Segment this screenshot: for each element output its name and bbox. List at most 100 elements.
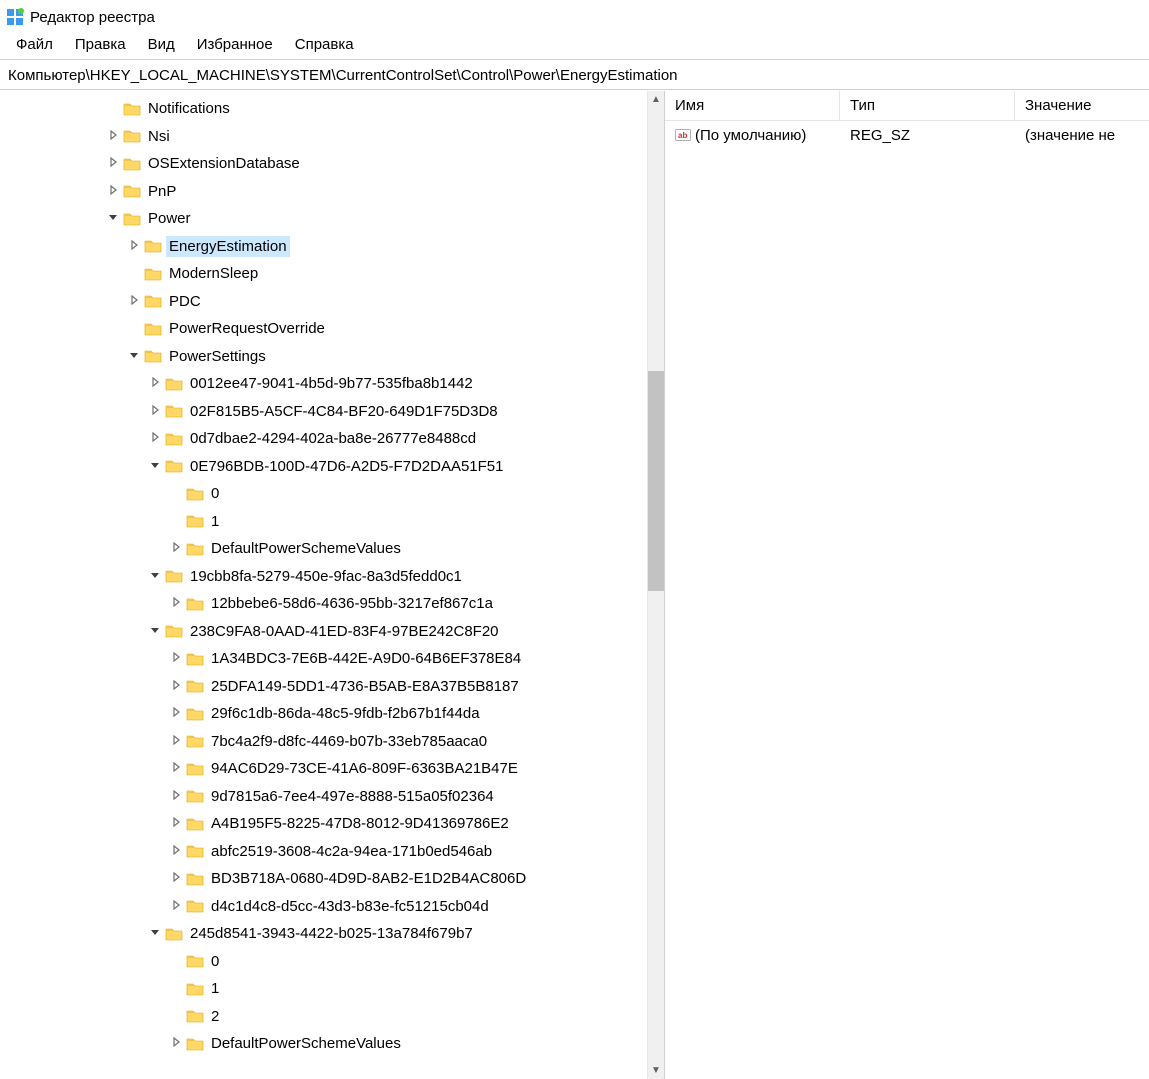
tree-item[interactable]: DefaultPowerSchemeValues bbox=[0, 535, 647, 563]
tree-item[interactable]: Notifications bbox=[0, 95, 647, 123]
values-list[interactable]: ab(По умолчанию)REG_SZ(значение не bbox=[665, 121, 1149, 1079]
tree-item[interactable]: 0d7dbae2-4294-402a-ba8e-26777e8488cd bbox=[0, 425, 647, 453]
chevron-down-icon[interactable] bbox=[147, 570, 163, 583]
chevron-right-icon[interactable] bbox=[105, 130, 121, 143]
tree-item-label: 29f6c1db-86da-48c5-9fdb-f2b67b1f44da bbox=[209, 704, 482, 723]
tree-item[interactable]: BD3B718A-0680-4D9D-8AB2-E1D2B4AC806D bbox=[0, 865, 647, 893]
tree-item[interactable]: PowerRequestOverride bbox=[0, 315, 647, 343]
tree-item-label: 94AC6D29-73CE-41A6-809F-6363BA21B47E bbox=[209, 759, 520, 778]
chevron-right-icon[interactable] bbox=[168, 707, 184, 720]
chevron-right-icon[interactable] bbox=[105, 157, 121, 170]
chevron-right-icon[interactable] bbox=[168, 900, 184, 913]
tree-item[interactable]: abfc2519-3608-4c2a-94ea-171b0ed546ab bbox=[0, 838, 647, 866]
tree-item[interactable]: 9d7815a6-7ee4-497e-8888-515a05f02364 bbox=[0, 783, 647, 811]
chevron-right-icon[interactable] bbox=[168, 597, 184, 610]
tree-item-label: d4c1d4c8-d5cc-43d3-b83e-fc51215cb04d bbox=[209, 897, 491, 916]
tree-item-label: 0 bbox=[209, 484, 221, 503]
tree-item[interactable]: 2 bbox=[0, 1003, 647, 1031]
column-header-value[interactable]: Значение bbox=[1015, 91, 1149, 120]
tree-item[interactable]: 0E796BDB-100D-47D6-A2D5-F7D2DAA51F51 bbox=[0, 453, 647, 481]
tree-item-label: PnP bbox=[146, 182, 178, 201]
tree-item[interactable]: 1 bbox=[0, 508, 647, 536]
chevron-down-icon[interactable] bbox=[147, 625, 163, 638]
tree-item[interactable]: 7bc4a2f9-d8fc-4469-b07b-33eb785aaca0 bbox=[0, 728, 647, 756]
tree-item[interactable]: 245d8541-3943-4422-b025-13a784f679b7 bbox=[0, 920, 647, 948]
chevron-down-icon[interactable] bbox=[105, 212, 121, 225]
tree-item-label: 245d8541-3943-4422-b025-13a784f679b7 bbox=[188, 924, 475, 943]
tree-item[interactable]: PnP bbox=[0, 178, 647, 206]
chevron-right-icon[interactable] bbox=[168, 652, 184, 665]
menu-edit[interactable]: Правка bbox=[65, 33, 136, 56]
tree-item[interactable]: Power bbox=[0, 205, 647, 233]
chevron-right-icon[interactable] bbox=[126, 295, 142, 308]
tree-item[interactable]: 1 bbox=[0, 975, 647, 1003]
chevron-right-icon[interactable] bbox=[126, 240, 142, 253]
tree-scrollbar[interactable]: ▲ ▼ bbox=[647, 91, 664, 1079]
main-split: Notifications Nsi OSExtensionDatabase PnP Po… bbox=[0, 90, 1149, 1079]
address-bar[interactable]: Компьютер\HKEY_LOCAL_MACHINE\SYSTEM\Curr… bbox=[0, 60, 1149, 90]
chevron-right-icon[interactable] bbox=[168, 845, 184, 858]
folder-icon bbox=[186, 1008, 204, 1024]
chevron-right-icon[interactable] bbox=[147, 432, 163, 445]
scroll-up-button[interactable]: ▲ bbox=[648, 91, 664, 108]
tree-item[interactable]: 12bbebe6-58d6-4636-95bb-3217ef867c1a bbox=[0, 590, 647, 618]
tree-item[interactable]: DefaultPowerSchemeValues bbox=[0, 1030, 647, 1058]
chevron-right-icon[interactable] bbox=[105, 185, 121, 198]
chevron-down-icon[interactable] bbox=[126, 350, 142, 363]
tree-item[interactable]: ModernSleep bbox=[0, 260, 647, 288]
chevron-right-icon[interactable] bbox=[147, 377, 163, 390]
menu-help[interactable]: Справка bbox=[285, 33, 364, 56]
registry-tree[interactable]: Notifications Nsi OSExtensionDatabase PnP Po… bbox=[0, 91, 647, 1079]
tree-item[interactable]: 02F815B5-A5CF-4C84-BF20-649D1F75D3D8 bbox=[0, 398, 647, 426]
chevron-right-icon[interactable] bbox=[168, 872, 184, 885]
scroll-down-button[interactable]: ▼ bbox=[648, 1062, 664, 1079]
scroll-thumb[interactable] bbox=[648, 371, 664, 591]
chevron-right-icon[interactable] bbox=[168, 735, 184, 748]
tree-item[interactable]: 0 bbox=[0, 948, 647, 976]
column-header-type[interactable]: Тип bbox=[840, 91, 1015, 120]
tree-item[interactable]: 94AC6D29-73CE-41A6-809F-6363BA21B47E bbox=[0, 755, 647, 783]
value-row[interactable]: ab(По умолчанию)REG_SZ(значение не bbox=[665, 121, 1149, 149]
chevron-right-icon[interactable] bbox=[147, 405, 163, 418]
chevron-right-icon[interactable] bbox=[168, 762, 184, 775]
tree-item[interactable]: PowerSettings bbox=[0, 343, 647, 371]
tree-item[interactable]: EnergyEstimation bbox=[0, 233, 647, 261]
chevron-down-icon[interactable] bbox=[147, 460, 163, 473]
tree-item[interactable]: 0 bbox=[0, 480, 647, 508]
chevron-right-icon[interactable] bbox=[168, 680, 184, 693]
folder-icon bbox=[186, 486, 204, 502]
menubar: Файл Правка Вид Избранное Справка bbox=[0, 30, 1149, 60]
folder-icon bbox=[165, 568, 183, 584]
tree-panel: Notifications Nsi OSExtensionDatabase PnP Po… bbox=[0, 91, 665, 1079]
folder-icon bbox=[186, 953, 204, 969]
chevron-right-icon[interactable] bbox=[168, 1037, 184, 1050]
tree-item-label: ModernSleep bbox=[167, 264, 260, 283]
tree-item[interactable]: OSExtensionDatabase bbox=[0, 150, 647, 178]
tree-item-label: Nsi bbox=[146, 127, 172, 146]
chevron-right-icon[interactable] bbox=[168, 817, 184, 830]
tree-item[interactable]: 19cbb8fa-5279-450e-9fac-8a3d5fedd0c1 bbox=[0, 563, 647, 591]
folder-icon bbox=[165, 403, 183, 419]
chevron-down-icon[interactable] bbox=[147, 927, 163, 940]
folder-icon bbox=[186, 733, 204, 749]
chevron-right-icon[interactable] bbox=[168, 542, 184, 555]
tree-item[interactable]: Nsi bbox=[0, 123, 647, 151]
tree-item[interactable]: 1A34BDC3-7E6B-442E-A9D0-64B6EF378E84 bbox=[0, 645, 647, 673]
tree-item-label: 02F815B5-A5CF-4C84-BF20-649D1F75D3D8 bbox=[188, 402, 500, 421]
tree-item[interactable]: d4c1d4c8-d5cc-43d3-b83e-fc51215cb04d bbox=[0, 893, 647, 921]
column-header-name[interactable]: Имя bbox=[665, 91, 840, 120]
tree-item[interactable]: PDC bbox=[0, 288, 647, 316]
chevron-right-icon[interactable] bbox=[168, 790, 184, 803]
value-name: (По умолчанию) bbox=[695, 127, 806, 144]
tree-item[interactable]: 0012ee47-9041-4b5d-9b77-535fba8b1442 bbox=[0, 370, 647, 398]
tree-item-label: 0d7dbae2-4294-402a-ba8e-26777e8488cd bbox=[188, 429, 478, 448]
tree-item[interactable]: 238C9FA8-0AAD-41ED-83F4-97BE242C8F20 bbox=[0, 618, 647, 646]
menu-file[interactable]: Файл bbox=[6, 33, 63, 56]
menu-view[interactable]: Вид bbox=[138, 33, 185, 56]
menu-favorites[interactable]: Избранное bbox=[187, 33, 283, 56]
tree-item[interactable]: 29f6c1db-86da-48c5-9fdb-f2b67b1f44da bbox=[0, 700, 647, 728]
folder-icon bbox=[123, 128, 141, 144]
tree-item[interactable]: 25DFA149-5DD1-4736-B5AB-E8A37B5B8187 bbox=[0, 673, 647, 701]
folder-icon bbox=[165, 926, 183, 942]
tree-item[interactable]: A4B195F5-8225-47D8-8012-9D41369786E2 bbox=[0, 810, 647, 838]
